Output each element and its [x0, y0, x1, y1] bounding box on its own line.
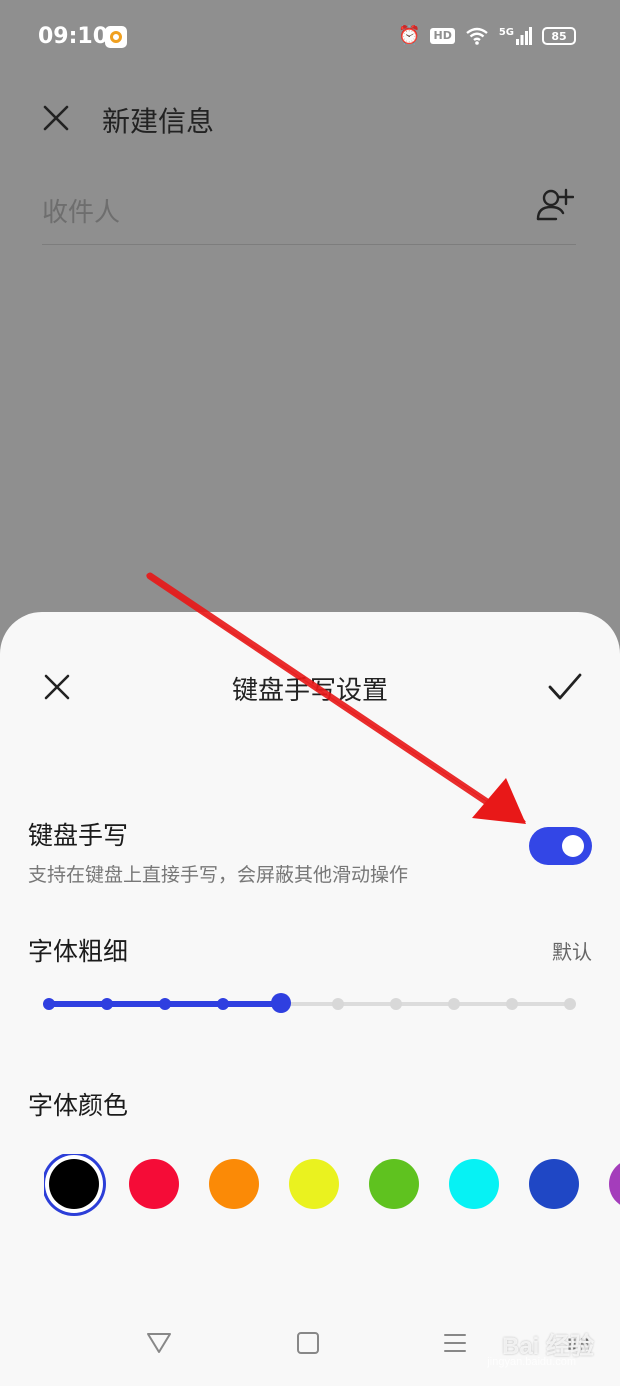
color-swatch[interactable]: [449, 1159, 499, 1209]
font-weight-title: 字体粗细: [28, 937, 129, 966]
color-swatch[interactable]: [209, 1159, 259, 1209]
font-color-title: 字体颜色: [28, 1091, 129, 1120]
color-swatch[interactable]: [529, 1159, 579, 1209]
slider-step-dot[interactable]: [216, 998, 229, 1010]
status-time: 09:10: [38, 24, 109, 49]
signal-5g-icon: 5G: [499, 27, 532, 45]
slider-step-dot[interactable]: [100, 998, 113, 1010]
recipient-placeholder: 收件人: [42, 198, 121, 228]
handwriting-description: 支持在键盘上直接手写，会屏蔽其他滑动操作: [28, 864, 409, 886]
handwriting-settings-sheet: 键盘手写设置 键盘手写 支持在键盘上直接手写，会屏蔽其他滑动操作 字体粗细 默认…: [0, 612, 620, 1386]
slider-step-dot[interactable]: [506, 998, 519, 1010]
app-notification-icon: [105, 26, 127, 48]
recipient-field[interactable]: 收件人: [42, 180, 576, 245]
battery-level: 85: [551, 29, 567, 43]
add-contact-icon[interactable]: [536, 186, 574, 224]
status-bar: 09:10 ⏰ HD 5G 85: [0, 0, 620, 76]
slider-step-dot[interactable]: [43, 998, 55, 1010]
status-icons: ⏰ HD 5G 85: [398, 24, 576, 48]
font-weight-value: 默认: [552, 940, 592, 964]
network-label: 5G: [498, 27, 514, 38]
font-color-swatches: [44, 1154, 620, 1218]
color-swatch[interactable]: [369, 1159, 419, 1209]
slider-step-dot[interactable]: [390, 998, 403, 1010]
home-icon[interactable]: [297, 1332, 319, 1354]
alarm-icon: ⏰: [398, 25, 421, 46]
color-swatch[interactable]: [609, 1159, 620, 1209]
battery-icon: 85: [542, 27, 576, 45]
slider-step-dot[interactable]: [448, 998, 461, 1010]
sheet-title: 键盘手写设置: [231, 676, 388, 706]
color-swatch[interactable]: [129, 1159, 179, 1209]
wifi-icon: [466, 27, 488, 45]
hd-icon: HD: [430, 28, 455, 44]
handwriting-title: 键盘手写: [28, 821, 129, 850]
slider-step-dot[interactable]: [564, 998, 576, 1010]
slider-thumb[interactable]: [270, 993, 291, 1013]
check-icon[interactable]: [548, 672, 582, 702]
slider-step-dot[interactable]: [158, 998, 171, 1010]
page-title: 新建信息: [102, 105, 215, 138]
recent-apps-icon[interactable]: [443, 1332, 467, 1354]
close-icon[interactable]: [40, 102, 72, 134]
watermark-subtext: jingyan.baidu.com: [487, 1356, 576, 1368]
back-icon[interactable]: [146, 1332, 172, 1354]
compose-header: 新建信息: [0, 86, 620, 150]
slider-step-dot[interactable]: [332, 998, 345, 1010]
color-swatch[interactable]: [49, 1159, 99, 1209]
color-swatch[interactable]: [289, 1159, 339, 1209]
toggle-knob: [562, 835, 584, 857]
font-weight-slider[interactable]: [43, 993, 576, 1013]
handwriting-toggle[interactable]: [529, 827, 592, 865]
